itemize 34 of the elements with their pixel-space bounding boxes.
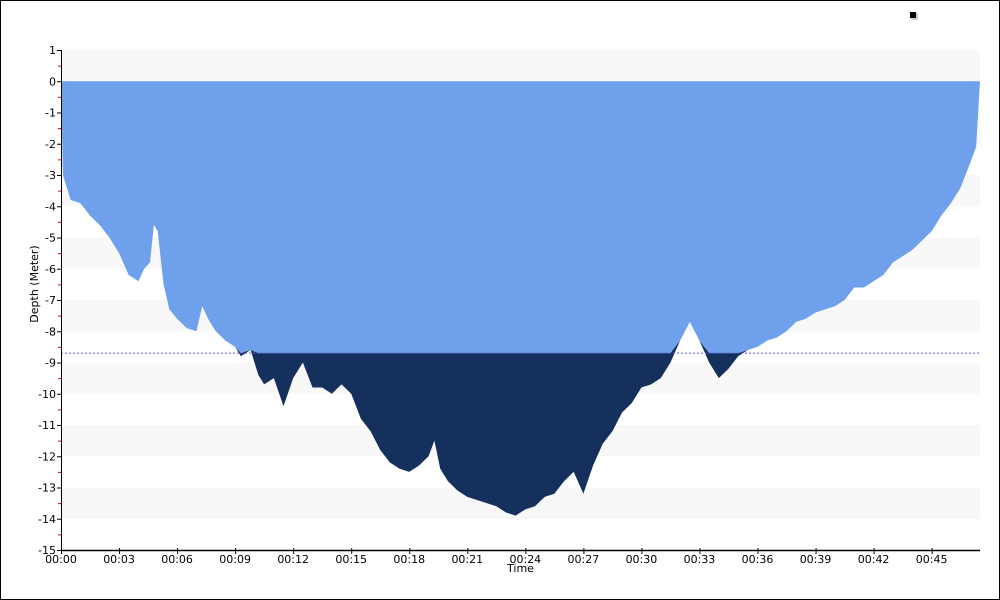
tick-label: 00:00: [45, 553, 77, 566]
tick-label: -3: [45, 169, 56, 182]
tick-label: 00:33: [684, 553, 716, 566]
tick-label: -4: [45, 200, 56, 214]
tick-label: 00:09: [219, 553, 251, 566]
tick-label: 00:18: [393, 553, 426, 566]
tick-label: -2: [45, 138, 56, 151]
axis-title: Depth (Meter): [28, 245, 41, 323]
tick-label: 1: [49, 44, 56, 57]
tick-label: -7: [45, 294, 56, 307]
tick-label: 00:27: [568, 553, 600, 566]
tick-label: -10: [38, 388, 56, 401]
tick-label: 0: [49, 75, 56, 88]
tick-label: -5: [45, 232, 56, 244]
tick-label: 00:21: [451, 553, 484, 566]
tick-label: 00:36: [742, 553, 774, 566]
tick-label: 00:30: [626, 553, 658, 566]
tick-label: 00:06: [161, 553, 193, 566]
tick-label: -6: [45, 262, 56, 276]
tick-label: 00:03: [103, 553, 135, 566]
tick-label: -8: [45, 325, 56, 338]
tick-label: 00:45: [916, 553, 948, 566]
tick-label: 00:42: [858, 553, 890, 566]
tick-label: -13: [38, 482, 56, 494]
axis-title: Time: [507, 562, 534, 575]
tick-label: 00:12: [277, 553, 310, 566]
tick-label: -12: [38, 450, 56, 464]
tick-label: 00:15: [335, 553, 368, 566]
tick-label: -11: [38, 419, 56, 432]
tick-label: -14: [38, 512, 56, 526]
tick-label: 00:39: [800, 553, 832, 566]
legend-marker-icon: [910, 12, 918, 20]
tick-label: -1: [45, 106, 56, 120]
tick-label: -9: [45, 356, 56, 370]
